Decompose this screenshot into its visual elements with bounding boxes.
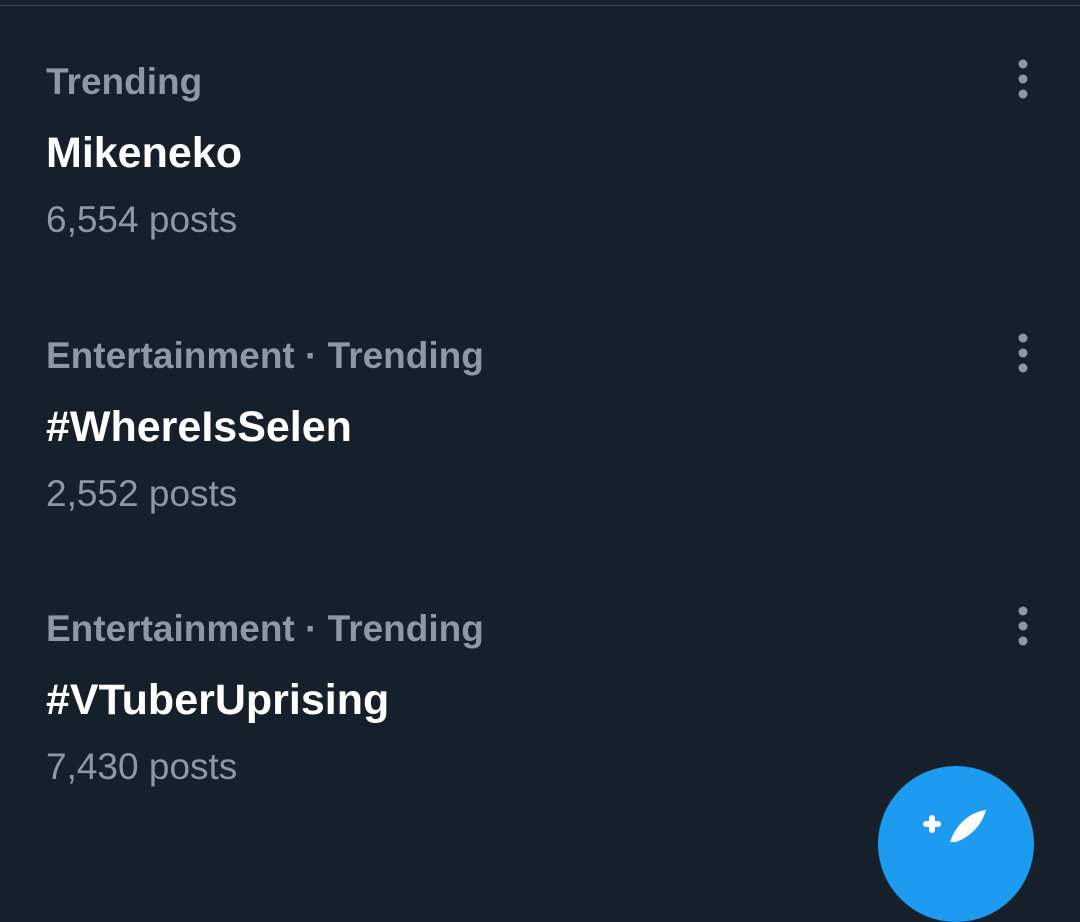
trend-name[interactable]: #WhereIsSelen bbox=[46, 400, 352, 454]
trend-more-button[interactable] bbox=[1000, 52, 1046, 106]
compose-post-icon bbox=[923, 810, 986, 842]
more-vertical-icon bbox=[1018, 59, 1028, 99]
trend-context: Trending bbox=[46, 61, 203, 102]
trend-item[interactable]: Entertainment · Trending #WhereIsSelen 2… bbox=[0, 274, 1080, 548]
trend-post-count: 2,552 posts bbox=[46, 473, 238, 514]
trend-more-button[interactable] bbox=[1000, 599, 1046, 653]
more-vertical-icon bbox=[1018, 606, 1028, 646]
trend-more-button[interactable] bbox=[1000, 326, 1046, 380]
trend-context: Entertainment · Trending bbox=[46, 608, 484, 649]
compose-post-button[interactable] bbox=[878, 766, 1034, 922]
trend-name[interactable]: Mikeneko bbox=[46, 126, 242, 180]
trend-name[interactable]: #VTuberUprising bbox=[46, 673, 389, 727]
trend-item[interactable]: Trending Mikeneko 6,554 posts bbox=[0, 0, 1080, 274]
more-vertical-icon bbox=[1018, 333, 1028, 373]
trend-context: Entertainment · Trending bbox=[46, 335, 484, 376]
trend-post-count: 6,554 posts bbox=[46, 199, 238, 240]
trend-post-count: 7,430 posts bbox=[46, 746, 238, 787]
